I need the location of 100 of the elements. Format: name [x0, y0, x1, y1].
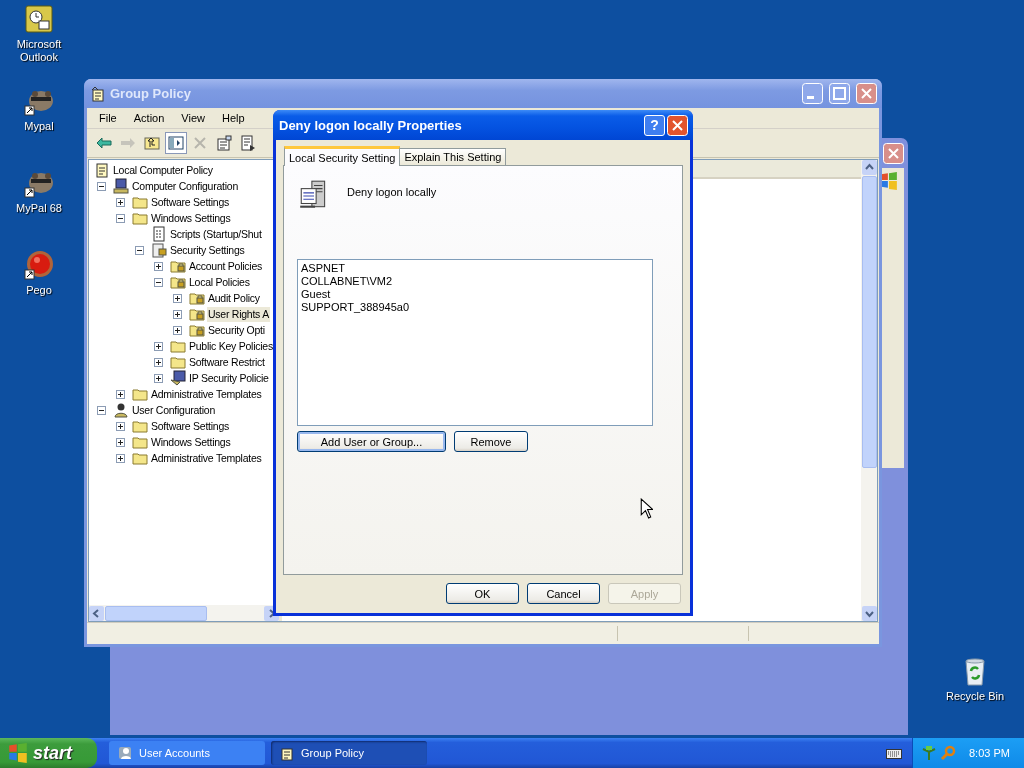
expand-icon[interactable]	[154, 341, 163, 351]
menu-item[interactable]: View	[173, 112, 213, 124]
expand-icon[interactable]	[154, 373, 163, 383]
tree-item[interactable]: Software Settings	[150, 194, 231, 210]
folder-icon	[132, 194, 148, 210]
setting-name: Deny logon locally	[347, 185, 437, 198]
tree-item[interactable]: Security Opti	[207, 322, 266, 338]
taskbar-label: User Accounts	[139, 747, 210, 759]
expand-icon[interactable]	[154, 357, 163, 367]
tree-item[interactable]: Public Key Policies	[188, 338, 274, 354]
windows-flag-icon	[880, 172, 898, 190]
tree-item[interactable]: Scripts (Startup/Shut	[169, 226, 263, 242]
locked-folder-icon	[189, 322, 205, 338]
tree-item[interactable]: Security Settings	[169, 242, 246, 258]
expand-icon[interactable]	[173, 293, 182, 303]
tree-item[interactable]: Administrative Templates	[150, 450, 263, 466]
folder-icon	[132, 386, 148, 402]
scroll-down-icon[interactable]	[861, 606, 877, 621]
tab[interactable]: Local Security Setting	[284, 146, 401, 166]
collapse-icon[interactable]	[154, 277, 163, 287]
script-icon	[151, 226, 167, 242]
menu-item[interactable]: File	[91, 112, 125, 124]
locked-folder-icon	[189, 306, 205, 322]
list-item[interactable]: Guest	[301, 288, 649, 301]
list-item[interactable]: SUPPORT_388945a0	[301, 301, 649, 314]
menu-item[interactable]: Action	[125, 112, 173, 124]
tree-item[interactable]: Audit Policy	[207, 290, 261, 306]
tree-item[interactable]: IP Security Policie	[188, 370, 270, 386]
taskbar-button[interactable]: Group Policy	[271, 741, 427, 765]
policy-icon	[90, 85, 106, 102]
close-icon[interactable]	[883, 142, 904, 164]
expand-icon[interactable]	[173, 325, 182, 335]
expand-icon[interactable]	[116, 197, 125, 207]
tree-item[interactable]: Computer Configuration	[131, 178, 239, 194]
tree-item[interactable]: Local Policies	[188, 274, 251, 290]
window-title: Group Policy	[110, 86, 191, 101]
folder-icon	[170, 338, 186, 354]
dialog-title: Deny logon locally Properties	[279, 117, 462, 133]
ball-icon[interactable]	[23, 249, 55, 281]
remove-button[interactable]: Remove	[454, 431, 528, 452]
tree-item[interactable]: Windows Settings	[150, 210, 232, 226]
list-item[interactable]: ASPNET	[301, 262, 649, 275]
users-icon	[117, 745, 133, 761]
collapse-icon[interactable]	[116, 213, 125, 223]
desktop-icon-label[interactable]: Recycle Bin	[945, 690, 1005, 703]
folder-icon	[170, 354, 186, 370]
start-button[interactable]: start	[0, 738, 97, 768]
expand-icon[interactable]	[116, 453, 125, 463]
panes-icon[interactable]	[165, 132, 187, 154]
scroll-up-icon[interactable]	[861, 160, 877, 175]
locked-folder-icon	[170, 274, 186, 290]
tab[interactable]: Explain This Setting	[399, 148, 507, 165]
close-icon[interactable]	[856, 83, 877, 104]
monitor-icon	[170, 370, 186, 386]
policy-icon	[279, 745, 295, 761]
desktop-icon-label[interactable]: Pego	[26, 284, 52, 297]
tree-item[interactable]: Windows Settings	[150, 434, 232, 450]
tree-item[interactable]: Software Restrict	[188, 354, 266, 370]
add-button[interactable]: Add User or Group...	[297, 431, 446, 452]
desktop-icon-label[interactable]: MyPal 68	[16, 202, 62, 215]
folder-icon	[132, 210, 148, 226]
clock: 8:03 PM	[969, 747, 1010, 759]
scroll-left-icon[interactable]	[89, 605, 104, 621]
close-icon[interactable]	[667, 114, 688, 136]
tree-item[interactable]: User Rights A	[207, 306, 270, 322]
help-button[interactable]: ?	[644, 114, 665, 136]
folder-icon	[132, 450, 148, 466]
windows-flag-icon	[8, 743, 28, 763]
locked-folder-icon	[170, 258, 186, 274]
tree-item[interactable]: Local Computer Policy	[112, 162, 214, 178]
desktop-icon-label[interactable]: Mypal	[24, 120, 54, 133]
tree-item[interactable]: Administrative Templates	[150, 386, 263, 402]
tree-item[interactable]: User Configuration	[131, 402, 217, 418]
expand-icon[interactable]	[173, 309, 182, 319]
network-icon[interactable]	[921, 745, 937, 761]
tree-item[interactable]: Account Policies	[188, 258, 264, 274]
collapse-icon[interactable]	[97, 181, 106, 191]
computer-icon	[113, 178, 129, 194]
expand-icon[interactable]	[116, 437, 125, 447]
mail-app-icon[interactable]	[23, 3, 55, 35]
taskbar-label: Group Policy	[301, 747, 364, 759]
security-icon	[151, 242, 167, 258]
dialog-button[interactable]: Cancel	[527, 583, 600, 604]
collapse-icon[interactable]	[135, 245, 144, 255]
dialog-button[interactable]: OK	[446, 583, 519, 604]
scrollbar-thumb[interactable]	[105, 605, 207, 621]
taskbar-button[interactable]: User Accounts	[109, 741, 265, 765]
keyboard-icon[interactable]	[886, 747, 902, 759]
expand-icon[interactable]	[116, 389, 125, 399]
list-item[interactable]: COLLABNET\VM2	[301, 275, 649, 288]
policy-icon	[94, 162, 110, 178]
scrollbar-thumb[interactable]	[861, 176, 877, 468]
expand-icon[interactable]	[154, 261, 163, 271]
mouse-cursor-icon	[640, 498, 653, 519]
collapse-icon[interactable]	[97, 405, 106, 415]
menu-item[interactable]: Help	[213, 112, 253, 124]
expand-icon[interactable]	[116, 421, 125, 431]
tree-item[interactable]: Software Settings	[150, 418, 231, 434]
folder-icon	[132, 434, 148, 450]
desktop-icon-label[interactable]: Microsoft Outlook	[4, 38, 74, 64]
